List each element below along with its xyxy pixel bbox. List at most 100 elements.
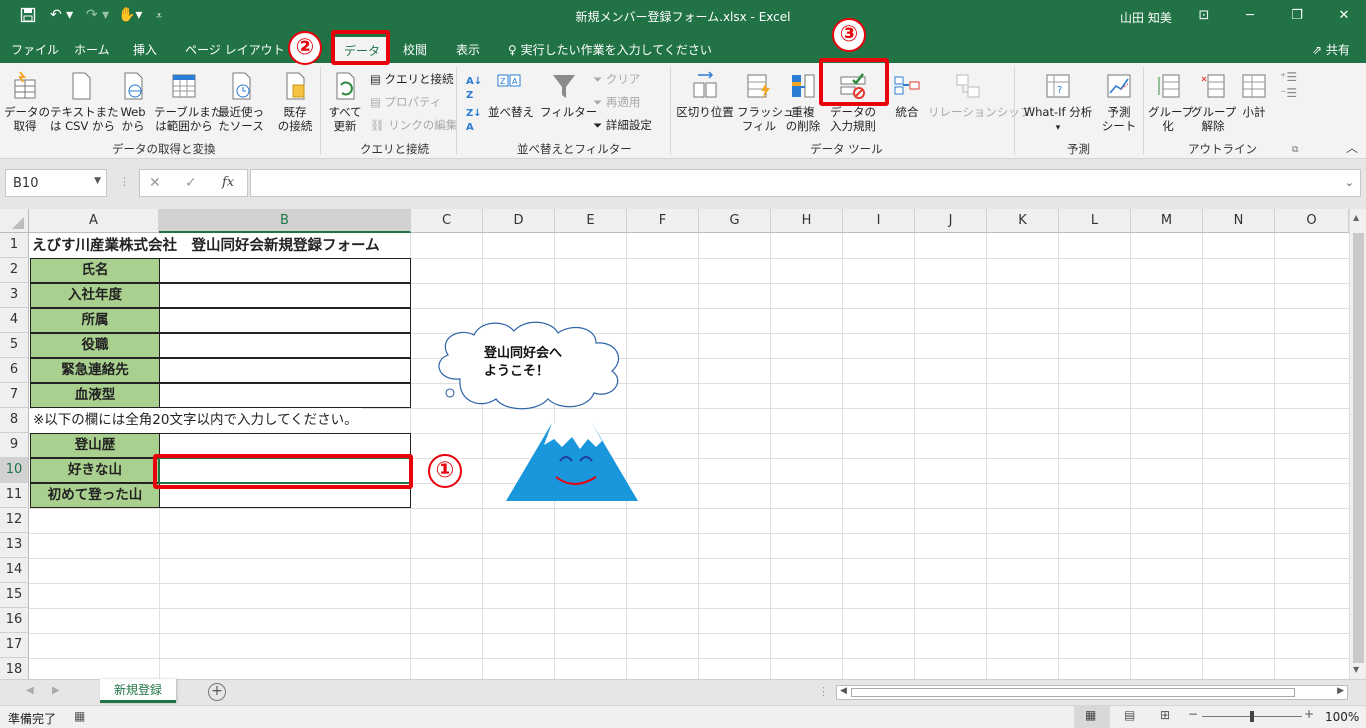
expand-formula-icon[interactable]: ⌄ [1345,176,1354,189]
row-header-14[interactable]: 14 [0,558,29,583]
get-data-button[interactable]: データの 取得 [4,71,50,133]
text-to-columns-button[interactable]: 区切り位置 [676,71,734,119]
label-cell-department[interactable]: 所属 [30,308,160,333]
column-header-h[interactable]: H [771,209,843,233]
from-text-csv-button[interactable]: テキストまた は CSV から [50,71,119,133]
tab-file[interactable]: ファイル [11,41,59,58]
add-sheet-icon[interactable]: + [208,683,226,701]
label-cell-blood-type[interactable]: 血液型 [30,383,160,408]
spreadsheet-grid[interactable]: A B C D E F G H I J K L M N O 1 2 3 4 5 … [0,209,1366,679]
input-cell-emergency-contact[interactable] [159,358,411,383]
horizontal-scroll-thumb[interactable] [851,688,1295,697]
column-header-o[interactable]: O [1275,209,1349,233]
form-title-cell[interactable]: えびす川産業株式会社 登山同好会新規登録フォーム [32,234,384,258]
input-cell-position[interactable] [159,333,411,358]
from-table-button[interactable]: テーブルまた は範囲から [154,71,222,133]
label-cell-emergency-contact[interactable]: 緊急連絡先 [30,358,160,383]
forecast-sheet-button[interactable]: 予測 シート [1100,71,1138,133]
maximize-button[interactable]: ❐ [1283,5,1311,27]
prev-sheet-icon[interactable]: ◀ [26,685,34,696]
column-header-e[interactable]: E [555,209,627,233]
note-cell[interactable]: ※以下の欄には全角20文字以内で入力してください。 [33,408,362,432]
sort-descending-icon[interactable]: Z↓ A [466,107,482,135]
group-button[interactable]: グループ 化 [1148,71,1193,133]
recent-sources-button[interactable]: 最近使っ たソース [217,71,265,133]
page-break-view-icon[interactable]: ⊞ [1160,708,1170,722]
select-all-corner[interactable] [0,209,29,233]
column-header-d[interactable]: D [483,209,555,233]
name-box-dropdown-icon[interactable]: ▼ [94,176,101,186]
scroll-right-icon[interactable]: ▶ [1337,686,1344,696]
row-header-2[interactable]: 2 [0,258,29,283]
label-cell-position[interactable]: 役職 [30,333,160,358]
dialog-launcher-icon[interactable]: ⧉ [1292,143,1298,157]
flash-fill-button[interactable]: フラッシュ フィル [737,71,795,133]
tab-page-layout[interactable]: ページ レイアウト [185,41,285,58]
column-header-f[interactable]: F [627,209,699,233]
properties-button[interactable]: ▤ プロパティ [370,95,441,109]
what-if-analysis-button[interactable]: ? What-If 分析 ▾ [1018,71,1098,135]
input-cell-department[interactable] [159,308,411,333]
sort-button[interactable]: ZA 並べ替え [488,71,534,119]
horizontal-scrollbar[interactable]: ◀ ▶ [836,685,1348,700]
normal-view-button[interactable]: ▦ [1074,706,1110,728]
column-header-b[interactable]: B [159,209,411,233]
tab-home[interactable]: ホーム [74,41,110,58]
row-header-6[interactable]: 6 [0,358,29,383]
column-header-c[interactable]: C [411,209,483,233]
show-hide-detail-icons[interactable]: ⁺☰ ⁻☰ [1280,69,1297,101]
input-cell-join-year[interactable] [159,283,411,308]
cancel-entry-icon[interactable]: ✕ [149,175,161,191]
subtotal-button[interactable]: 小計 [1238,71,1270,119]
label-cell-first-mountain[interactable]: 初めて登った山 [30,483,160,508]
row-header-13[interactable]: 13 [0,533,29,558]
zoom-out-icon[interactable]: − [1188,707,1198,721]
column-header-i[interactable]: I [843,209,915,233]
tell-me-search[interactable]: ♀ 実行したい作業を入力してください [508,41,712,58]
scroll-down-icon[interactable]: ▼ [1353,665,1359,674]
column-header-a[interactable]: A [29,209,159,233]
remove-duplicates-button[interactable]: 重複 の削除 [785,71,821,133]
reapply-button[interactable]: ⏷ 再適用 [593,95,640,109]
existing-connections-button[interactable]: 既存 の接続 [275,71,315,133]
relationships-button[interactable]: リレーションシップ [928,71,1031,119]
ungroup-button[interactable]: グループ 解除 [1191,71,1236,133]
close-button[interactable]: ✕ [1330,5,1358,27]
sheet-tab-new-registration[interactable]: 新規登録 [100,679,176,703]
label-cell-favorite-mountain[interactable]: 好きな山 [30,458,160,483]
vertical-scroll-thumb[interactable] [1353,233,1364,663]
row-header-17[interactable]: 17 [0,633,29,658]
tab-splitter-icon[interactable]: ⋮ [818,685,829,698]
name-box[interactable]: B10 ▼ [5,169,107,197]
tab-view[interactable]: 表示 [456,41,480,58]
column-header-j[interactable]: J [915,209,987,233]
column-header-l[interactable]: L [1059,209,1131,233]
formula-input[interactable]: ⌄ [250,169,1361,197]
queries-connections-button[interactable]: ▤ クエリと接続 [370,72,454,86]
row-header-9[interactable]: 9 [0,433,29,458]
consolidate-button[interactable]: 統合 [890,71,924,119]
advanced-filter-button[interactable]: ⏷ 詳細設定 [593,118,652,132]
scroll-left-icon[interactable]: ◀ [840,686,847,696]
column-header-m[interactable]: M [1131,209,1203,233]
column-header-n[interactable]: N [1203,209,1275,233]
row-header-4[interactable]: 4 [0,308,29,333]
zoom-level[interactable]: 100% [1325,710,1359,724]
vertical-scrollbar[interactable]: ▲ ▼ [1349,209,1366,679]
input-cell-blood-type[interactable] [159,383,411,408]
filter-button[interactable]: フィルター [540,71,597,119]
scroll-up-icon[interactable]: ▲ [1353,213,1359,222]
clear-filter-button[interactable]: ⏷ クリア [593,72,640,86]
refresh-all-button[interactable]: すべて 更新 [327,71,363,133]
zoom-slider-thumb[interactable] [1250,711,1254,722]
row-header-5[interactable]: 5 [0,333,29,358]
row-header-12[interactable]: 12 [0,508,29,533]
from-web-button[interactable]: Web から [116,71,150,133]
confirm-entry-icon[interactable]: ✓ [185,175,197,191]
row-header-3[interactable]: 3 [0,283,29,308]
ribbon-display-icon[interactable]: ⊡ [1190,5,1218,27]
row-header-8[interactable]: 8 [0,408,29,433]
row-header-16[interactable]: 16 [0,608,29,633]
user-name[interactable]: 山田 知美 [1120,9,1172,26]
insert-function-icon[interactable]: fx [222,175,234,190]
